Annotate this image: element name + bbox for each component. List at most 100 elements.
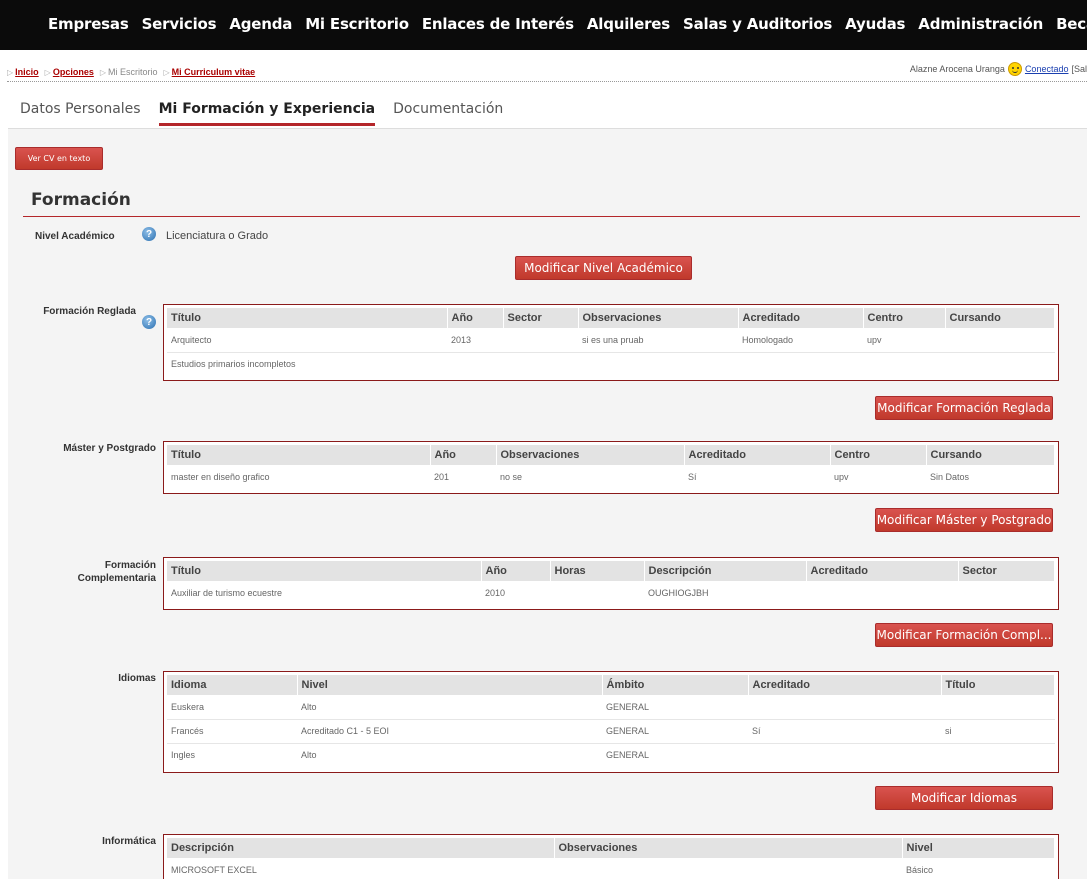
table-cell: GENERAL [606,750,650,761]
exit-link[interactable]: [Sal [1071,64,1087,74]
modificar-complementaria-button[interactable]: Modificar Formación Compl... [875,623,1053,647]
col-header: Observaciones [578,308,739,328]
nav-becas[interactable]: Becas [1056,15,1087,33]
table-cell: OUGHIOGJBH [648,588,709,598]
table-cell: Sí [748,719,941,744]
table-cell [738,352,863,376]
label-line: Complementaria [77,573,156,584]
table-cell [503,328,578,353]
col-header: Sector [503,308,579,328]
modificar-reglada-button[interactable]: Modificar Formación Reglada [875,396,1053,420]
col-header: Año [430,445,497,465]
col-header: Cursando [945,308,1055,328]
nav-empresas[interactable]: Empresas [48,15,129,33]
col-header: Acreditado [684,445,831,465]
nav-enlaces[interactable]: Enlaces de Interés [422,15,574,33]
table-cell: upv [834,472,849,482]
col-header: Descripción [167,838,555,858]
ver-cv-button[interactable]: Ver CV en texto [15,147,103,170]
table-row: Euskera Alto GENERAL [167,695,1055,720]
col-header: Año [447,308,504,328]
table-cell: Ingles [171,750,196,761]
tab-formacion-experiencia[interactable]: Mi Formación y Experiencia [158,101,376,126]
nav-agenda[interactable]: Agenda [229,15,292,33]
col-header: Descripción [644,561,807,581]
help-icon[interactable]: ? [142,315,156,329]
col-header: Sector [958,561,1055,581]
table-cell [554,858,902,879]
table-row: Estudios primarios incompletos [167,352,1055,376]
informatica-label: Informática [102,836,156,847]
table-cell [941,743,1055,767]
col-header: Centro [863,308,946,328]
main-menu: Empresas Servicios Agenda Mi Escritorio … [48,15,1087,33]
nav-ayudas[interactable]: Ayudas [845,15,905,33]
table-cell: Auxiliar de turismo ecuestre [171,588,283,598]
col-header: Título [167,561,482,581]
nav-administracion[interactable]: Administración [918,15,1043,33]
col-header: Nivel [902,838,1055,858]
table-cell: Alto [297,695,602,720]
table-cell [578,352,738,376]
modificar-idiomas-button[interactable]: Modificar Idiomas [875,786,1053,810]
user-status: Alazne Arocena Uranga Conectado [Sal [910,62,1087,76]
table-cell: GENERAL [602,695,748,720]
table-cell: Euskera [167,695,297,720]
table-cell [941,695,1055,720]
col-header: Observaciones [554,838,903,858]
table-cell [748,743,941,767]
table-cell: Homologado [738,328,863,353]
modificar-nivel-button[interactable]: Modificar Nivel Académico [515,256,692,280]
table-row: MICROSOFT EXCEL Básico [167,858,1055,879]
triangle-right-icon: ▷ [163,68,170,77]
formacion-reglada-label: Formación Reglada [43,306,136,317]
smiley-icon [1007,62,1022,76]
col-header: Acreditado [738,308,864,328]
table-cell: Alto [301,750,317,761]
table-row: Auxiliar de turismo ecuestre 2010 OUGHIO… [167,581,1055,605]
table-cell: 2010 [485,588,506,598]
user-name: Alazne Arocena Uranga [909,64,1005,74]
table-cell: si es una pruab [578,328,738,353]
nav-alquileres[interactable]: Alquileres [587,15,670,33]
col-header: Título [167,308,448,328]
top-navigation-bar: Empresas Servicios Agenda Mi Escritorio … [0,0,1087,50]
breadcrumb-opciones[interactable]: Opciones [53,67,94,77]
col-header: Título [167,445,431,465]
col-header: Idioma [167,675,298,695]
table-cell: GENERAL [602,719,748,744]
table-cell [958,581,1055,605]
tab-documentacion[interactable]: Documentación [393,101,503,126]
tab-datos-personales[interactable]: Datos Personales [20,101,141,126]
table-cell [447,352,503,376]
idiomas-table: Idioma Nivel Ámbito Acreditado Título Eu… [163,671,1059,773]
col-header: Centro [830,445,927,465]
breadcrumb-escritorio: Mi Escritorio [108,67,158,77]
modificar-master-button[interactable]: Modificar Máster y Postgrado [875,508,1053,532]
table-cell: Básico [906,865,934,875]
nivel-academico-value: Licenciatura o Grado [166,230,269,242]
table-cell [550,581,644,605]
section-title: Formación [31,190,131,210]
table-cell: 2013 [447,328,503,353]
profile-tabs: Datos Personales Mi Formación y Experien… [20,101,521,126]
table-cell [806,581,958,605]
nav-servicios[interactable]: Servicios [142,15,217,33]
table-cell: MICROSOFT EXCEL [171,865,257,875]
formacion-complementaria-label: Formación Complementaria [40,559,156,585]
table-cell: Arquitecto [167,328,447,353]
col-header: Cursando [926,445,1055,465]
breadcrumb-cv[interactable]: Mi Curriculum vitae [172,67,256,77]
nivel-academico-label: Nivel Académico [35,231,115,242]
master-postgrado-label: Máster y Postgrado [63,443,156,454]
table-cell: upv [863,328,945,353]
help-icon[interactable]: ? [142,227,156,241]
table-cell [945,352,1055,376]
table-cell [503,352,578,376]
triangle-right-icon: ▷ [44,68,51,77]
connected-link[interactable]: Conectado [1025,64,1069,74]
breadcrumb-inicio[interactable]: Inicio [15,67,39,77]
table-row: master en diseño grafico 201 no se Sí up… [167,465,1055,489]
nav-salas[interactable]: Salas y Auditorios [683,15,832,33]
nav-mi-escritorio[interactable]: Mi Escritorio [305,15,409,33]
